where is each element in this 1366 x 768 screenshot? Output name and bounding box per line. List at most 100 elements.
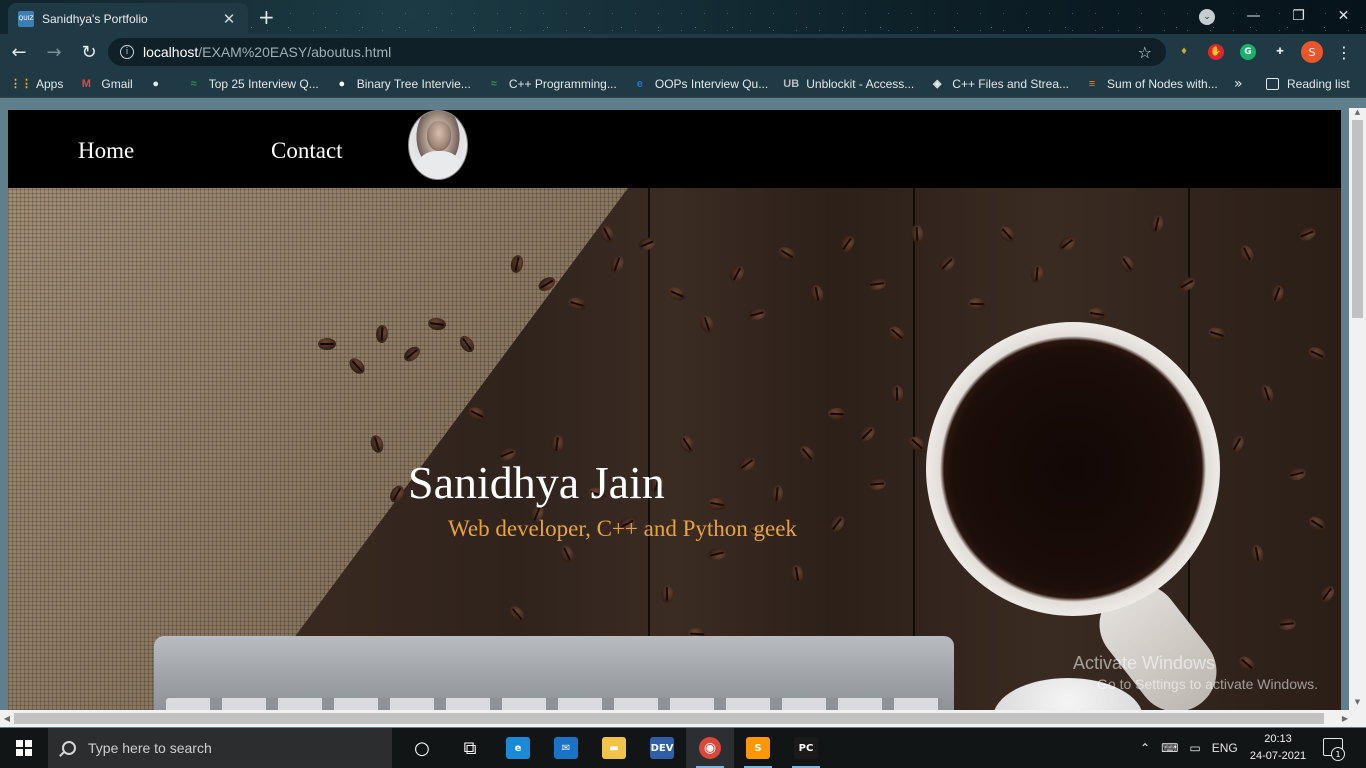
windows-taskbar: Type here to search ○ ⧉ e ✉ ▬ DEV ◉ S PC ⌃ ⌨ ▭ E… (0, 728, 1366, 768)
profile-avatar[interactable] (408, 110, 468, 180)
taskbar-cortana-button[interactable]: ○ (398, 728, 446, 768)
avatar-body (417, 151, 461, 179)
nav-link-contact[interactable]: Contact (271, 138, 343, 164)
bookmark-item[interactable]: ≡ Sum of Nodes with... (1085, 77, 1218, 91)
horizontal-scrollbar[interactable]: ◀ ▶ (0, 710, 1366, 727)
adblock-extension-button[interactable]: ✋ (1204, 38, 1228, 66)
close-window-button[interactable]: ✕ (1321, 0, 1366, 32)
tray-overflow-icon[interactable]: ⌃ (1140, 741, 1150, 755)
grammarly-extension-button[interactable]: G (1236, 38, 1260, 66)
coffee-bean-image (608, 253, 626, 275)
bookmark-item[interactable]: e OOPs Interview Qu... (633, 77, 768, 91)
coffee-bean-image (698, 313, 716, 335)
new-tab-button[interactable]: + (258, 5, 275, 29)
bookmarks-overflow-icon[interactable]: » (1234, 76, 1243, 92)
coffee-bean-image (506, 603, 528, 625)
edureka-icon: e (636, 77, 643, 90)
minimize-button[interactable]: — (1231, 0, 1276, 32)
medium-icon: ● (338, 77, 346, 90)
coffee-bean-image (1296, 225, 1318, 243)
location-extension-icon: ♦ (1179, 47, 1189, 57)
tab-search-icon[interactable]: ⌄ (1199, 9, 1215, 25)
taskbar-devcpp-button[interactable]: DEV (638, 728, 686, 768)
task-view-icon: ⧉ (463, 737, 477, 759)
taskbar-edge-button[interactable]: e (494, 728, 542, 768)
browser-tab-strip: QUIZ Sanidhya's Portfolio ✕ + ⌄ — ❐ ✕ (0, 0, 1366, 34)
mail-icon: ✉ (554, 737, 578, 759)
coffee-cup-image (926, 322, 1220, 616)
forward-button[interactable]: → (38, 36, 70, 68)
windows-logo-icon (16, 740, 32, 756)
taskbar-chrome-button[interactable]: ◉ (686, 728, 734, 768)
activation-title: Activate Windows (1073, 653, 1216, 673)
scroll-right-icon[interactable]: ▶ (1338, 710, 1352, 727)
back-button[interactable]: ← (3, 36, 35, 68)
battery-icon[interactable]: ▭ (1189, 741, 1200, 755)
language-indicator[interactable]: ENG (1212, 741, 1238, 755)
bookmark-item[interactable]: UB Unblockit - Access... (783, 77, 914, 91)
bookmark-item[interactable]: ● (149, 77, 171, 91)
coffee-bean-image (666, 284, 688, 304)
coffee-bean-image (727, 263, 747, 285)
coffee-bean-image (660, 584, 674, 604)
sublime-text-icon: S (746, 737, 770, 759)
profile-avatar-icon: S (1301, 41, 1323, 63)
tab-close-icon[interactable]: ✕ (220, 10, 238, 28)
vertical-scrollbar[interactable]: ▲ ▼ (1349, 108, 1366, 710)
bookmark-star-icon[interactable]: ☆ (1138, 43, 1152, 62)
coffee-bean-image (1249, 544, 1265, 564)
bookmark-item[interactable]: ● Binary Tree Intervie... (335, 77, 470, 91)
bookmark-item[interactable]: ⋮⋮ Apps (10, 77, 63, 91)
tutorialspoint-icon: ◈ (933, 78, 942, 90)
taskbar-pycharm-button[interactable]: PC (782, 728, 830, 768)
extensions-puzzle-button[interactable]: ✚ (1268, 38, 1292, 66)
site-info-icon[interactable]: i (120, 45, 134, 59)
reading-list-button[interactable]: Reading list (1266, 77, 1350, 91)
start-button[interactable] (0, 728, 48, 768)
coffee-bean-image (856, 423, 878, 445)
scroll-up-icon[interactable]: ▲ (1349, 108, 1366, 120)
reload-button[interactable]: ↻ (73, 36, 105, 68)
address-bar[interactable]: i localhost /EXAM%20EASY/aboutus.html ☆ (108, 38, 1166, 66)
vertical-scroll-thumb[interactable] (1352, 120, 1363, 318)
extension-icons: ♦ ✋ G ✚ S ⋮ (1172, 38, 1356, 66)
taskbar-file-explorer-button[interactable]: ▬ (590, 728, 638, 768)
window-controls: — ❐ ✕ (1231, 0, 1366, 34)
taskbar-task-view-button[interactable]: ⧉ (446, 728, 494, 768)
location-extension-button[interactable]: ♦ (1172, 38, 1196, 66)
profile-button[interactable]: S (1300, 38, 1324, 66)
taskbar-search-placeholder: Type here to search (88, 740, 212, 756)
coffee-bean-image (1087, 306, 1107, 322)
taskbar-mail-button[interactable]: ✉ (542, 728, 590, 768)
page-viewport: Home Contact Sanidhya Jain Web developer… (0, 98, 1366, 732)
scroll-left-icon[interactable]: ◀ (0, 710, 14, 727)
coffee-bean-image (549, 434, 565, 454)
bookmark-item[interactable]: ≈ Top 25 Interview Q... (187, 77, 319, 91)
network-icon[interactable]: ⌨ (1161, 741, 1178, 755)
taskbar-sublime-text-button[interactable]: S (734, 728, 782, 768)
browser-toolbar: ← → ↻ i localhost /EXAM%20EASY/aboutus.h… (0, 34, 1366, 70)
portfolio-page: Home Contact Sanidhya Jain Web developer… (8, 110, 1341, 714)
browser-menu-icon[interactable]: ⋮ (1332, 38, 1356, 66)
reading-list-icon (1266, 77, 1279, 90)
bookmark-item[interactable]: ◈ C++ Files and Strea... (930, 77, 1069, 91)
taskbar-clock[interactable]: 20:13 24-07-2021 (1246, 731, 1310, 765)
grammarly-extension-icon: G (1240, 44, 1256, 60)
bookmark-label: Top 25 Interview Q... (208, 76, 319, 91)
taskbar-search-box[interactable]: Type here to search (48, 728, 392, 768)
coffee-bean-image (789, 564, 805, 584)
adblock-extension-icon: ✋ (1208, 44, 1224, 60)
horizontal-scroll-thumb[interactable] (14, 713, 1324, 724)
coffee-bean-image (1258, 383, 1276, 405)
coffee-bean-image (466, 404, 488, 424)
scroll-down-icon[interactable]: ▼ (1349, 698, 1366, 710)
bookmark-item[interactable]: ≈ C++ Programming... (487, 77, 617, 91)
apps-grid-icon: ⋮⋮ (10, 78, 32, 90)
bookmarks-bar: ⋮⋮ Apps M Gmail ● ≈ Top 25 Interview Q... ● Bina… (0, 70, 1366, 98)
reading-list-label: Reading list (1287, 76, 1350, 91)
browser-tab-active[interactable]: QUIZ Sanidhya's Portfolio ✕ (8, 3, 248, 34)
nav-link-home[interactable]: Home (78, 138, 134, 164)
coffee-bean-image (827, 407, 847, 421)
maximize-button[interactable]: ❐ (1276, 0, 1321, 32)
bookmark-item[interactable]: M Gmail (79, 77, 133, 91)
